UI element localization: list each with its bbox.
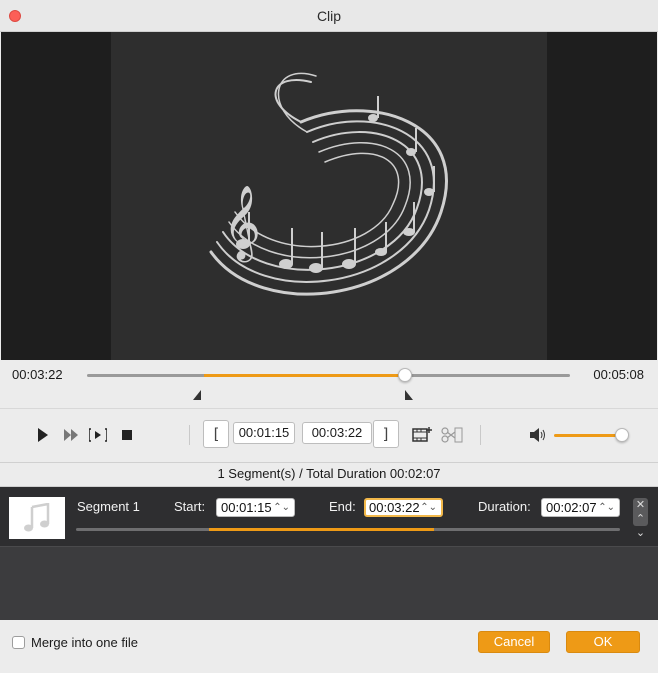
timeline: 00:03:22 00:05:08 bbox=[0, 360, 658, 408]
merge-checkbox[interactable] bbox=[12, 636, 25, 649]
segment-end-value: 00:03:22 bbox=[369, 500, 420, 515]
volume-handle[interactable] bbox=[615, 428, 629, 442]
ok-button[interactable]: OK bbox=[566, 631, 640, 653]
stepper-icon[interactable]: ⌃⌄ bbox=[273, 499, 290, 516]
play-icon[interactable] bbox=[36, 426, 50, 444]
start-time-field[interactable]: 00:01:15 bbox=[233, 422, 295, 444]
stepper-icon[interactable]: ⌃⌄ bbox=[598, 499, 615, 516]
set-start-button[interactable]: [ bbox=[203, 420, 229, 448]
svg-text:𝄞: 𝄞 bbox=[223, 186, 261, 263]
set-end-button[interactable]: ] bbox=[373, 420, 399, 448]
music-notes-image: 𝄞 bbox=[209, 72, 448, 296]
segment-track bbox=[76, 528, 620, 531]
preview-frame: 𝄞 bbox=[111, 32, 547, 360]
end-time-field[interactable]: 00:03:22 bbox=[302, 422, 372, 444]
segment-list: Segment 1 Start: 00:01:15 ⌃⌄ End: 00:03:… bbox=[0, 487, 658, 620]
end-marker-handle[interactable] bbox=[405, 390, 413, 400]
fast-forward-icon[interactable] bbox=[63, 426, 79, 444]
footer: Merge into one file Cancel OK bbox=[0, 620, 658, 673]
segment-duration-field[interactable]: 00:02:07 ⌃⌄ bbox=[541, 498, 620, 517]
segment-end-field[interactable]: 00:03:22 ⌃⌄ bbox=[364, 498, 443, 517]
timeline-selection bbox=[204, 374, 403, 377]
cut-icon[interactable] bbox=[440, 426, 464, 444]
volume-slider[interactable] bbox=[554, 434, 622, 437]
start-marker-handle[interactable] bbox=[193, 390, 201, 400]
window-title: Clip bbox=[316, 8, 342, 24]
add-segment-icon[interactable] bbox=[411, 426, 433, 444]
remove-segment-icon[interactable]: ✕ ⌃ ⌄ bbox=[633, 498, 648, 539]
play-selection-icon[interactable] bbox=[88, 426, 108, 444]
playhead-handle[interactable] bbox=[398, 368, 412, 382]
title-bar: Clip bbox=[0, 0, 658, 32]
stop-icon[interactable] bbox=[120, 426, 134, 444]
timeline-track[interactable] bbox=[87, 368, 570, 382]
volume-icon[interactable] bbox=[530, 426, 548, 444]
segment-name: Segment 1 bbox=[77, 499, 140, 514]
segment-duration-value: 00:02:07 bbox=[546, 500, 597, 515]
segment-start-field[interactable]: 00:01:15 ⌃⌄ bbox=[216, 498, 295, 517]
duration-label: Duration: bbox=[478, 499, 531, 514]
total-time: 00:05:08 bbox=[593, 367, 644, 382]
merge-label[interactable]: Merge into one file bbox=[31, 635, 138, 650]
playback-controls: [ 00:01:15 00:03:22 ] bbox=[0, 408, 658, 463]
divider bbox=[480, 425, 481, 445]
clip-window: Clip 𝄞 00:03:22 00:05:08 [00:01:15 00:0… bbox=[0, 0, 658, 673]
music-note-icon bbox=[24, 503, 50, 532]
video-preview: 𝄞 bbox=[1, 32, 657, 360]
segment-selection bbox=[209, 528, 434, 531]
cancel-button[interactable]: Cancel bbox=[478, 631, 550, 653]
end-label: End: bbox=[329, 499, 356, 514]
segment-start-value: 00:01:15 bbox=[221, 500, 272, 515]
segments-summary: 1 Segment(s) / Total Duration 00:02:07 bbox=[0, 463, 658, 487]
divider bbox=[189, 425, 190, 445]
current-time: 00:03:22 bbox=[12, 367, 63, 382]
stepper-icon[interactable]: ⌃⌄ bbox=[420, 500, 437, 515]
start-label: Start: bbox=[174, 499, 206, 514]
segment-row[interactable]: Segment 1 Start: 00:01:15 ⌃⌄ End: 00:03:… bbox=[0, 487, 658, 547]
segment-thumbnail bbox=[9, 497, 65, 539]
